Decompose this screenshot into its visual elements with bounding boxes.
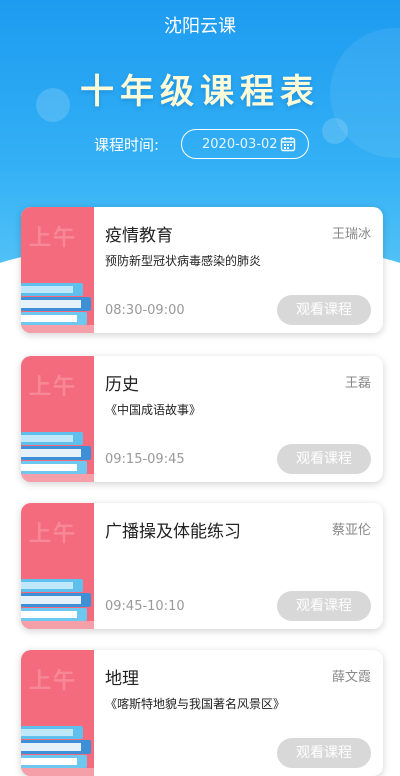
date-picker[interactable]: 2020-03-02 <box>181 129 309 159</box>
course-time: 09:15-09:45 <box>105 452 185 467</box>
course-time-label: 课程时间: <box>94 136 160 154</box>
date-value: 2020-03-02 <box>202 137 278 152</box>
course-cover: 上午 <box>21 503 94 629</box>
watch-course-button[interactable]: 观看课程 <box>277 591 371 621</box>
course-cover: 上午 <box>21 356 94 482</box>
course-subject: 广播操及体能练习 <box>105 522 241 542</box>
calendar-icon[interactable] <box>280 136 296 152</box>
period-stamp: 上午 <box>29 226 78 251</box>
course-time: 09:45-10:10 <box>105 599 185 614</box>
course-subject: 疫情教育 <box>105 226 173 246</box>
period-stamp: 上午 <box>29 669 78 694</box>
course-cover: 上午 <box>21 207 94 333</box>
books-icon <box>21 726 94 776</box>
course-card[interactable]: 上午 疫情教育 王瑞冰 预防新型冠状病毒感染的肺炎 08:30-09:00 观看… <box>21 207 383 333</box>
course-subject: 历史 <box>105 375 139 395</box>
course-teacher: 薛文霞 <box>331 670 371 685</box>
watch-course-button[interactable]: 观看课程 <box>277 444 371 474</box>
course-teacher: 蔡亚伦 <box>331 523 371 538</box>
course-topic: 《中国成语故事》 <box>105 403 202 417</box>
course-teacher: 王磊 <box>344 376 371 391</box>
books-icon <box>21 579 94 629</box>
decor-bubble <box>322 118 348 144</box>
course-card[interactable]: 上午 广播操及体能练习 蔡亚伦 09:45-10:10 观看课程 <box>21 503 383 629</box>
course-card[interactable]: 上午 历史 王磊 《中国成语故事》 09:15-09:45 观看课程 <box>21 356 383 482</box>
course-topic: 预防新型冠状病毒感染的肺炎 <box>105 254 262 268</box>
course-teacher: 王瑞冰 <box>331 227 371 242</box>
page-title: 十年级课程表 <box>80 72 320 112</box>
course-cover: 上午 <box>21 650 94 776</box>
watch-course-button[interactable]: 观看课程 <box>277 295 371 325</box>
watch-course-button[interactable]: 观看课程 <box>277 738 371 768</box>
books-icon <box>21 283 94 333</box>
period-stamp: 上午 <box>29 522 78 547</box>
course-subject: 地理 <box>105 669 139 689</box>
period-stamp: 上午 <box>29 375 78 400</box>
app-title: 沈阳云课 <box>164 16 236 37</box>
course-card[interactable]: 上午 地理 薛文霞 《喀斯特地貌与我国著名风景区》 观看课程 <box>21 650 383 776</box>
books-icon <box>21 432 94 482</box>
course-topic: 《喀斯特地貌与我国著名风景区》 <box>105 697 286 711</box>
course-time: 08:30-09:00 <box>105 303 185 318</box>
